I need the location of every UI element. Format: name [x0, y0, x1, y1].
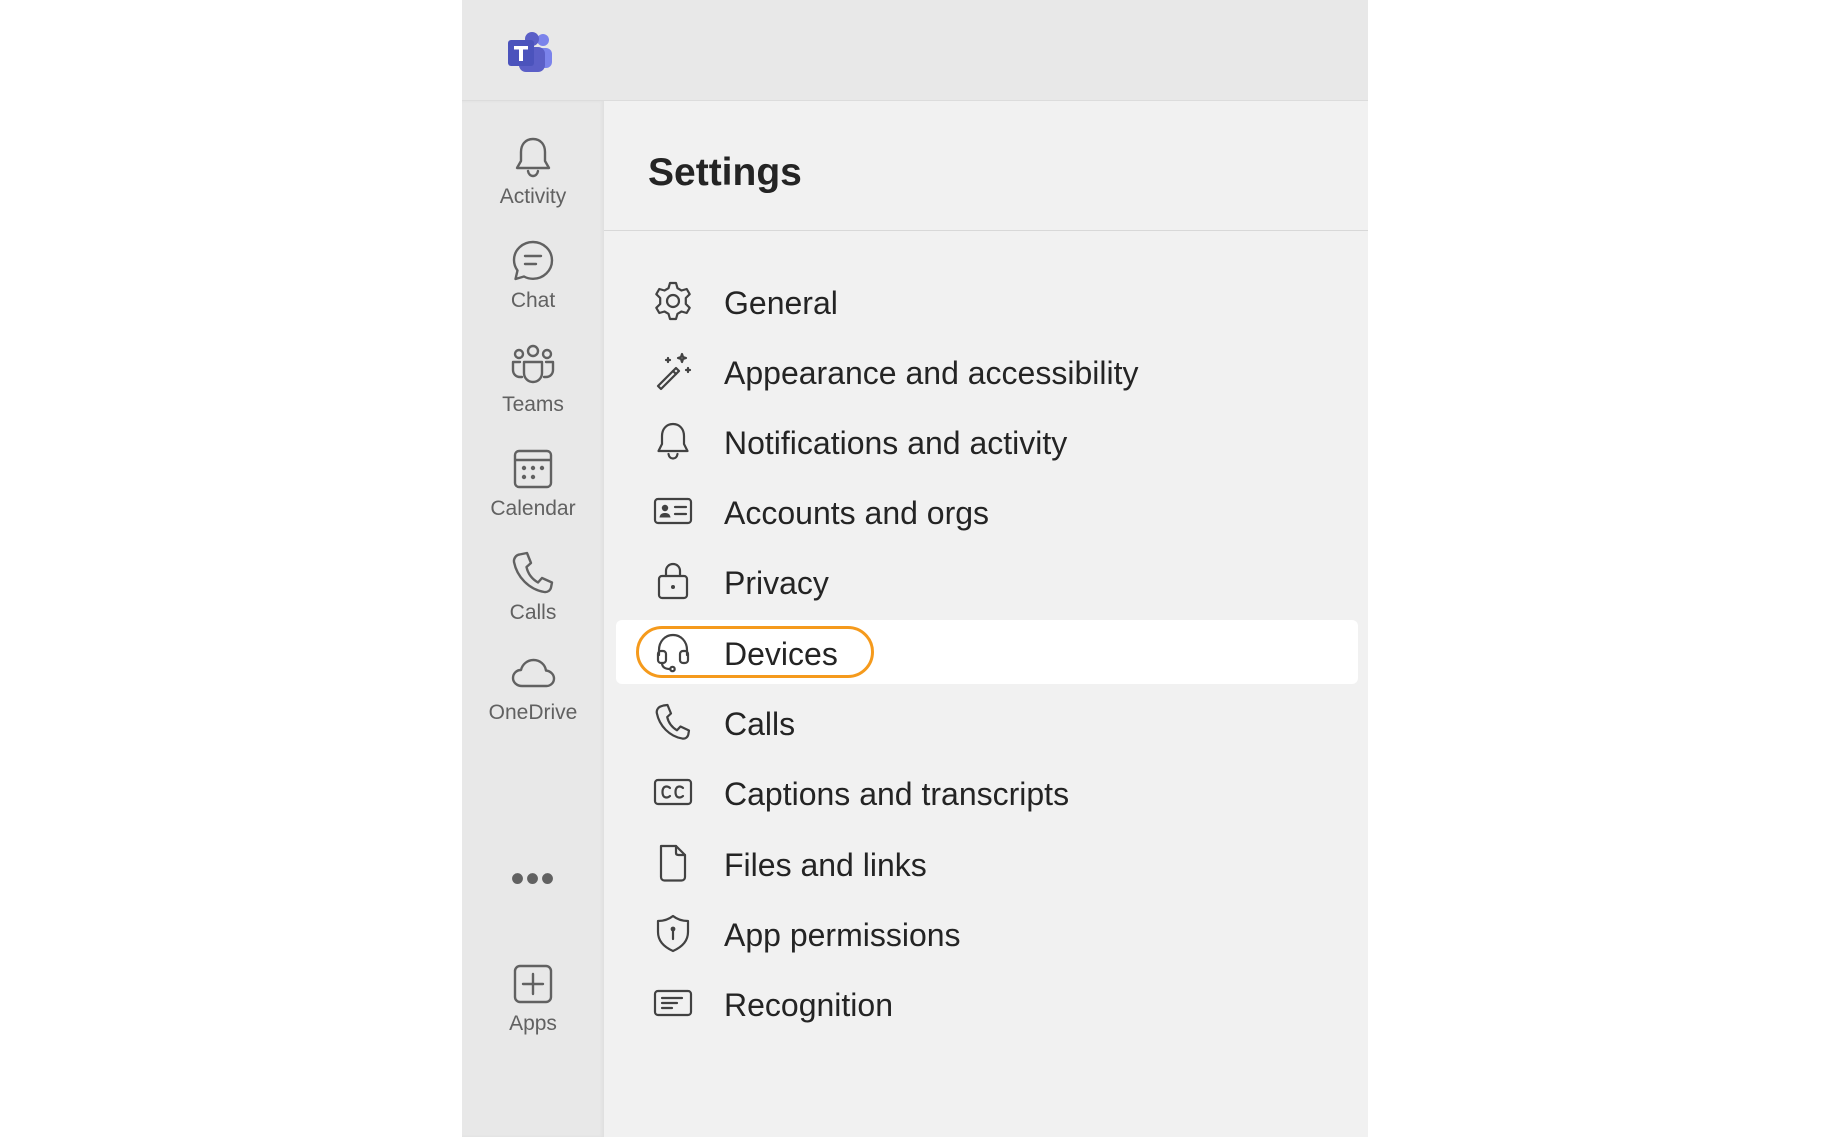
rail-label-calls: Calls [509, 601, 557, 624]
teams-window: Activity Chat Teams Calendar Calls OneDr… [462, 0, 1368, 1137]
settings-item-label: App permissions [724, 917, 961, 953]
settings-item-accounts[interactable]: Accounts and orgs [616, 479, 1358, 543]
settings-item-app-permissions[interactable]: App permissions [616, 901, 1358, 965]
settings-item-label: Captions and transcripts [724, 776, 1070, 812]
page-title: Settings [648, 151, 802, 194]
rail-item-activity[interactable]: Activity [462, 117, 604, 221]
lock-icon [652, 560, 694, 602]
rail-label-teams: Teams [502, 393, 564, 416]
rail-item-apps[interactable]: Apps [462, 944, 604, 1048]
document-icon [652, 842, 694, 884]
phone-icon [652, 701, 694, 743]
settings-item-label: Files and links [724, 847, 927, 883]
calendar-icon [513, 449, 553, 489]
teams-logo-icon [506, 30, 554, 74]
headset-icon [652, 631, 694, 673]
rail-label-calendar: Calendar [490, 497, 576, 520]
closed-captions-icon [652, 771, 694, 813]
settings-item-privacy[interactable]: Privacy [616, 549, 1358, 613]
cloud-icon [511, 658, 556, 688]
bell-icon [652, 420, 694, 462]
text-box-icon [652, 982, 694, 1024]
rail-item-chat[interactable]: Chat [462, 221, 604, 325]
rail-label-onedrive: OneDrive [488, 701, 578, 724]
settings-item-label: Notifications and activity [724, 425, 1068, 461]
settings-item-label: Calls [724, 706, 796, 742]
more-dots-icon: ••• [510, 857, 556, 901]
rail-label-apps: Apps [509, 1012, 557, 1035]
settings-item-devices[interactable]: Devices [616, 620, 1358, 684]
settings-item-label: Devices [724, 636, 838, 672]
settings-item-files[interactable]: Files and links [616, 831, 1358, 895]
rail-item-calendar[interactable]: Calendar [462, 429, 604, 533]
settings-item-label: Appearance and accessibility [724, 355, 1139, 391]
magic-wand-icon [652, 350, 694, 392]
settings-item-label: Accounts and orgs [724, 495, 990, 531]
settings-item-recognition[interactable]: Recognition [616, 971, 1358, 1035]
rail-item-teams[interactable]: Teams [462, 325, 604, 429]
teams-people-icon [511, 344, 555, 384]
rail-label-chat: Chat [510, 289, 556, 312]
settings-item-calls[interactable]: Calls [616, 690, 1358, 754]
gear-icon [652, 280, 694, 322]
settings-item-label: Recognition [724, 987, 893, 1023]
rail-item-calls[interactable]: Calls [462, 533, 604, 637]
settings-item-appearance[interactable]: Appearance and accessibility [616, 339, 1358, 403]
bell-icon [515, 137, 551, 178]
rail-label-activity: Activity [499, 185, 567, 208]
settings-item-captions[interactable]: Captions and transcripts [616, 760, 1358, 824]
chat-icon [512, 240, 554, 281]
shield-icon [652, 912, 694, 954]
title-bar [462, 0, 1368, 101]
settings-item-label: Privacy [724, 565, 829, 601]
more-apps-button[interactable]: ••• [498, 853, 568, 905]
settings-item-notifications[interactable]: Notifications and activity [616, 409, 1358, 473]
phone-icon [512, 551, 554, 594]
settings-header: Settings [604, 101, 1368, 231]
settings-panel: Settings General Appearance and accessib… [604, 101, 1368, 1137]
app-rail: Activity Chat Teams Calendar Calls OneDr… [462, 101, 604, 1137]
settings-item-general[interactable]: General [616, 269, 1358, 333]
rail-item-onedrive[interactable]: OneDrive [462, 633, 604, 737]
settings-item-label: General [724, 285, 838, 321]
contact-card-icon [652, 490, 694, 532]
add-square-icon [513, 964, 553, 1004]
